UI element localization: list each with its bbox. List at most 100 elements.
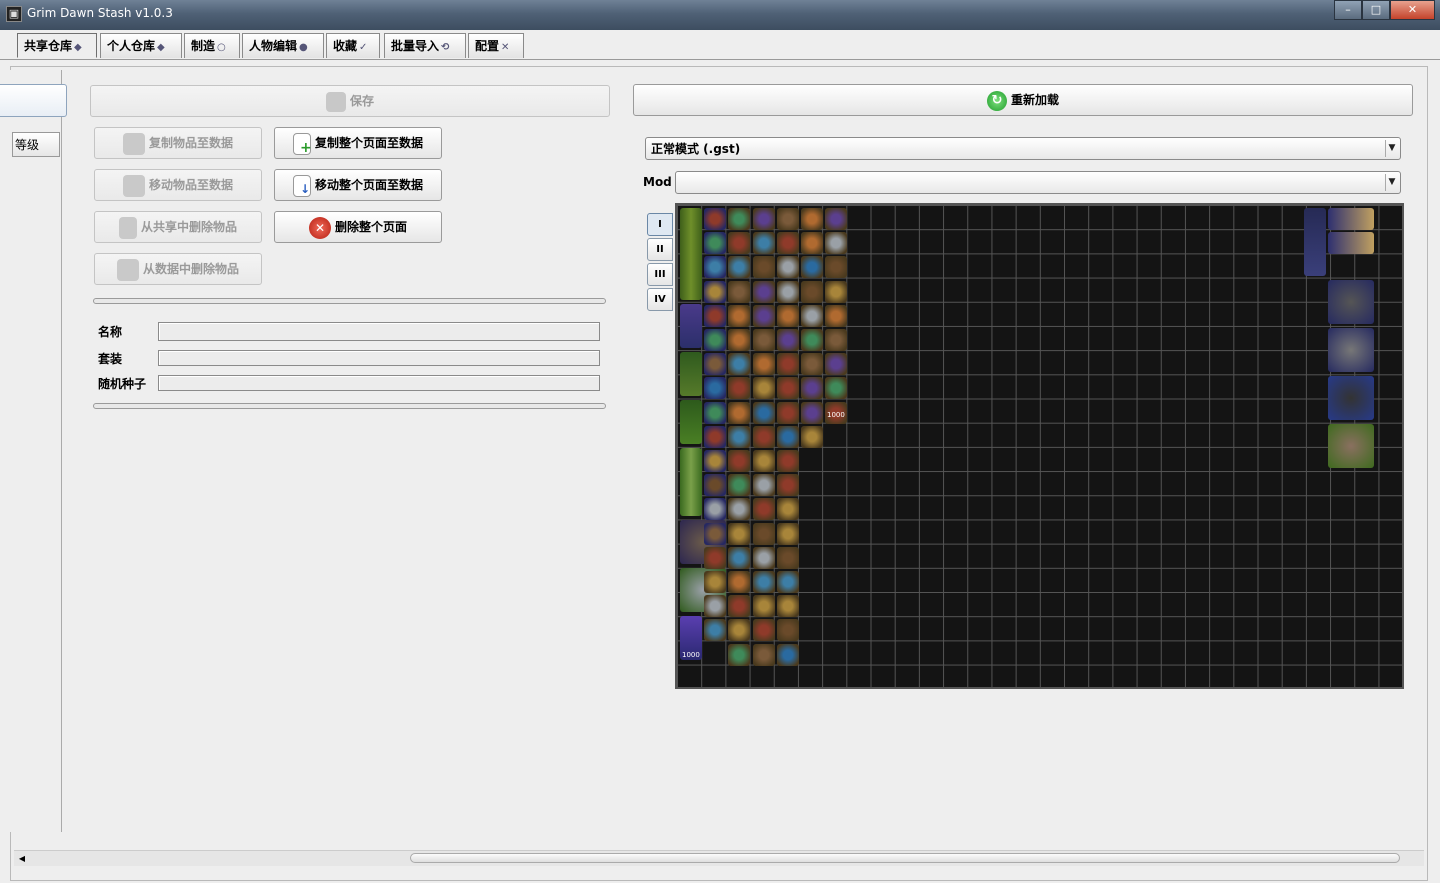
stash-item[interactable] [704,232,727,255]
stash-item[interactable] [752,643,775,666]
stash-item[interactable] [752,522,775,545]
stash-item[interactable] [752,353,775,376]
close-icon[interactable]: ✕ [1390,0,1435,20]
copy-page-to-db-button[interactable]: + 复制整个页面至数据 [274,127,442,159]
stash-item[interactable] [1328,232,1374,254]
stash-item[interactable] [752,280,775,303]
filter-field[interactable] [0,84,67,117]
stash-item[interactable] [776,353,799,376]
stash-item[interactable] [752,425,775,448]
stash-item[interactable] [728,571,751,593]
stash-item[interactable] [776,208,799,230]
stash-item[interactable] [776,329,799,351]
stash-item[interactable] [825,280,848,303]
stash-item[interactable] [776,522,799,545]
stash-item[interactable] [825,329,848,351]
stash-item[interactable] [704,280,727,303]
stash-item[interactable] [801,232,823,255]
stash-item[interactable] [825,232,848,255]
stash-grid[interactable]: 1000 1000 [675,203,1404,689]
stash-item[interactable] [704,377,727,400]
stash-item[interactable] [1304,208,1326,276]
stash-item[interactable] [728,619,751,642]
stash-item[interactable] [752,498,775,521]
stash-item[interactable] [801,353,823,376]
stash-item[interactable] [1328,376,1374,420]
stash-item[interactable] [680,208,702,300]
reload-button[interactable]: ↻ 重新加载 [633,84,1413,116]
stash-item[interactable] [704,425,727,448]
stash-item[interactable] [680,448,702,516]
stash-item[interactable] [728,304,751,327]
stash-item[interactable] [801,401,823,424]
copy-item-to-db-button[interactable]: 复制物品至数据 [94,127,262,159]
stash-item[interactable] [752,304,775,327]
horizontal-scrollbar[interactable]: ◀ [14,850,1424,866]
stash-item[interactable] [776,304,799,327]
stash-item[interactable] [704,208,727,230]
stash-item[interactable] [728,546,751,569]
tab-collection[interactable]: 收藏 ✓ [326,33,380,58]
stash-item[interactable] [776,571,799,593]
stash-item[interactable] [704,522,727,545]
stash-item[interactable] [825,208,848,230]
stash-item[interactable] [704,304,727,327]
stash-item[interactable] [704,571,727,593]
tab-craft[interactable]: 制造 ○ [184,33,240,58]
mode-select[interactable]: 正常模式 (.gst) ▼ [645,137,1401,160]
stash-item[interactable] [776,232,799,255]
delete-from-db-button[interactable]: 从数据中删除物品 [94,253,262,285]
stash-item[interactable] [801,256,823,279]
stash-item[interactable] [704,546,727,569]
stash-item[interactable] [704,256,727,279]
stash-item[interactable] [801,208,823,230]
stash-item[interactable] [825,353,848,376]
stash-item[interactable] [752,208,775,230]
stash-item[interactable] [752,546,775,569]
stash-item[interactable] [752,571,775,593]
stash-item[interactable] [825,256,848,279]
stash-item[interactable] [752,595,775,618]
set-field[interactable] [158,350,600,366]
tab-settings[interactable]: 配置 ✕ [468,33,524,58]
stash-item[interactable] [728,208,751,230]
stash-item[interactable] [728,353,751,376]
stash-item[interactable] [704,450,727,472]
stash-item[interactable] [704,474,727,497]
stash-page-tab-4[interactable]: IV [647,288,673,311]
stash-item[interactable] [680,352,702,396]
stash-item[interactable] [728,377,751,400]
level-sort-button[interactable]: 等级 [12,132,60,157]
stash-item[interactable] [752,450,775,472]
stash-item[interactable] [776,280,799,303]
stash-item[interactable] [776,377,799,400]
stash-item[interactable] [1328,424,1374,468]
tab-batch-import[interactable]: 批量导入 ⟲ [384,33,466,58]
stash-item[interactable] [801,280,823,303]
tab-character-edit[interactable]: 人物编辑 ● [242,33,324,58]
scroll-left-icon[interactable]: ◀ [14,851,30,866]
stash-item[interactable] [776,256,799,279]
stash-item[interactable] [825,304,848,327]
stash-item[interactable] [1328,208,1374,230]
stash-item[interactable] [728,280,751,303]
stash-item[interactable] [752,474,775,497]
stash-item[interactable] [704,595,727,618]
stash-item[interactable] [776,546,799,569]
stash-item[interactable] [728,643,751,666]
tab-shared-stash[interactable]: 共享仓库 ◆ [17,33,97,58]
stash-item[interactable] [801,377,823,400]
stash-item[interactable] [728,256,751,279]
stash-item[interactable] [704,329,727,351]
stash-item[interactable] [776,425,799,448]
stash-item[interactable] [801,329,823,351]
stash-page-tab-1[interactable]: I [647,213,673,236]
delete-page-button[interactable]: ✕ 删除整个页面 [274,211,442,243]
stash-item[interactable] [776,595,799,618]
mod-select[interactable]: ▼ [675,171,1401,194]
minimize-icon[interactable]: – [1334,0,1362,20]
stash-item[interactable] [728,329,751,351]
name-field[interactable] [158,322,600,341]
stash-item[interactable] [776,619,799,642]
stash-item[interactable] [728,450,751,472]
